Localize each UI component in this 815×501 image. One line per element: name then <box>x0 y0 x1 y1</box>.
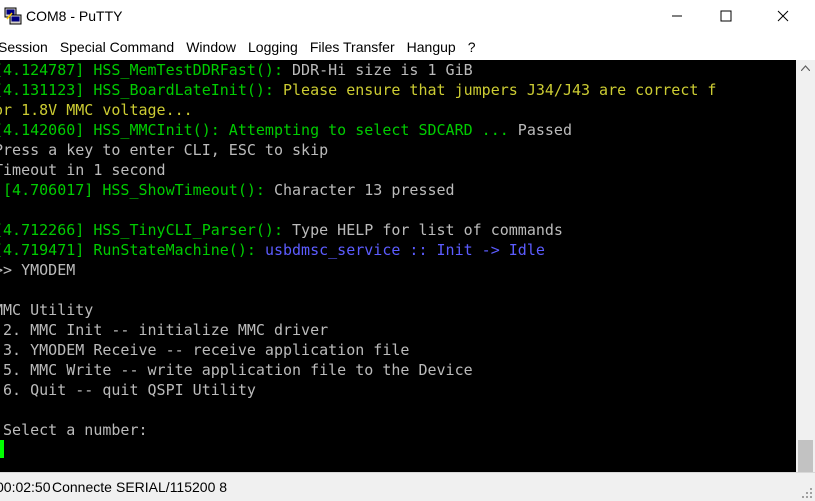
terminal-text: 5. MMC Write -- write application file t… <box>0 361 473 379</box>
terminal-line: 3. YMODEM Receive -- receive application… <box>0 340 409 360</box>
terminal-text: MMC Utility <box>0 301 94 319</box>
title-bar: COM8 - PuTTY <box>0 0 815 34</box>
terminal-text: [4.142060] HSS_MMCInit(): Attempting to … <box>0 121 518 139</box>
terminal-text: 3. YMODEM Receive -- receive application… <box>0 341 410 359</box>
terminal-text: 6. Quit -- quit QSPI Utility <box>0 381 256 399</box>
terminal-line: [4.706017] HSS_ShowTimeout(): Character … <box>0 180 455 200</box>
vertical-scrollbar[interactable] <box>796 60 815 472</box>
minimize-icon <box>672 15 682 17</box>
menu-bar: Session Special Command Window Logging Files… <box>0 34 815 60</box>
terminal-text: [4.712266] HSS_TinyCLI_Parser(): <box>0 221 293 239</box>
scroll-up-arrow[interactable] <box>796 60 815 76</box>
terminal-text: usbdmsc_service :: Init -> Idle <box>264 241 545 259</box>
menu-session[interactable]: Session <box>0 39 48 55</box>
serial-settings: SERIAL/115200 8 <box>116 479 228 495</box>
chevron-up-icon <box>801 65 810 71</box>
terminal-line: 2. MMC Init -- initialize MMC driver <box>0 320 328 340</box>
terminal-text: Press a key to enter CLI, ESC to skip <box>0 141 329 159</box>
terminal-line: Select a number: <box>0 420 148 440</box>
terminal-line: MMC Utility <box>0 300 93 320</box>
minimize-button[interactable] <box>654 0 700 32</box>
close-button[interactable] <box>760 0 806 32</box>
menu-hangup[interactable]: Hangup <box>407 39 456 55</box>
status-bar: 00:02:50 Connecte SERIAL/115200 8 <box>0 472 815 501</box>
menu-window[interactable]: Window <box>186 39 236 55</box>
menu-logging[interactable]: Logging <box>248 39 298 55</box>
terminal-screen[interactable]: [4.124787] HSS_MemTestDDRFast(): DDR-Hi … <box>0 60 796 472</box>
terminal-line: Timeout in 1 second <box>0 160 166 180</box>
terminal-line: [4.719471] RunStateMachine(): usbdmsc_se… <box>0 240 545 260</box>
terminal-line: 5. MMC Write -- write application file t… <box>0 360 473 380</box>
terminal-cursor <box>0 440 4 458</box>
terminal-text: Timeout in 1 second <box>0 161 166 179</box>
terminal-line: Press a key to enter CLI, ESC to skip <box>0 140 328 160</box>
terminal-text: DDR-Hi size is 1 GiB <box>292 61 473 79</box>
terminal-text: Type HELP for list of commands <box>292 221 563 239</box>
terminal-text: [4.131123] HSS_BoardLateInit(): <box>0 81 283 99</box>
resize-grip-icon[interactable] <box>801 487 813 499</box>
terminal-text: [4.124787] HSS_MemTestDDRFast(): <box>0 61 293 79</box>
terminal-text: Select a number: <box>0 421 148 439</box>
terminal-text: [4.719471] RunStateMachine(): <box>0 241 265 259</box>
close-icon <box>777 10 789 22</box>
terminal-line: or 1.8V MMC voltage... <box>0 100 193 120</box>
terminal-line: 6. Quit -- quit QSPI Utility <box>0 380 256 400</box>
terminal-text: >> YMODEM <box>0 261 76 279</box>
terminal-text: [4.706017] HSS_ShowTimeout(): <box>0 181 274 199</box>
scrollbar-thumb[interactable] <box>798 440 813 472</box>
terminal-text: Please ensure that jumpers J34/J43 are c… <box>282 81 717 99</box>
terminal-text: 2. MMC Init -- initialize MMC driver <box>0 321 329 339</box>
window-title: COM8 - PuTTY <box>26 8 123 24</box>
putty-icon <box>4 7 22 25</box>
menu-help[interactable]: ? <box>468 39 476 55</box>
menu-special-command[interactable]: Special Command <box>60 39 174 55</box>
terminal-text: Passed <box>517 121 572 139</box>
terminal-line: [4.712266] HSS_TinyCLI_Parser(): Type HE… <box>0 220 563 240</box>
terminal-line: [4.124787] HSS_MemTestDDRFast(): DDR-Hi … <box>0 60 473 80</box>
connection-status: Connecte <box>52 479 112 495</box>
terminal-line: [4.142060] HSS_MMCInit(): Attempting to … <box>0 120 572 140</box>
menu-files-transfer[interactable]: Files Transfer <box>310 39 395 55</box>
terminal-line: >> YMODEM <box>0 260 75 280</box>
elapsed-time: 00:02:50 <box>0 479 51 495</box>
terminal-line: [4.131123] HSS_BoardLateInit(): Please e… <box>0 80 716 100</box>
terminal-text: or 1.8V MMC voltage... <box>0 101 193 119</box>
terminal-text: Character 13 pressed <box>273 181 455 199</box>
maximize-icon <box>720 10 732 22</box>
maximize-button[interactable] <box>703 0 749 32</box>
